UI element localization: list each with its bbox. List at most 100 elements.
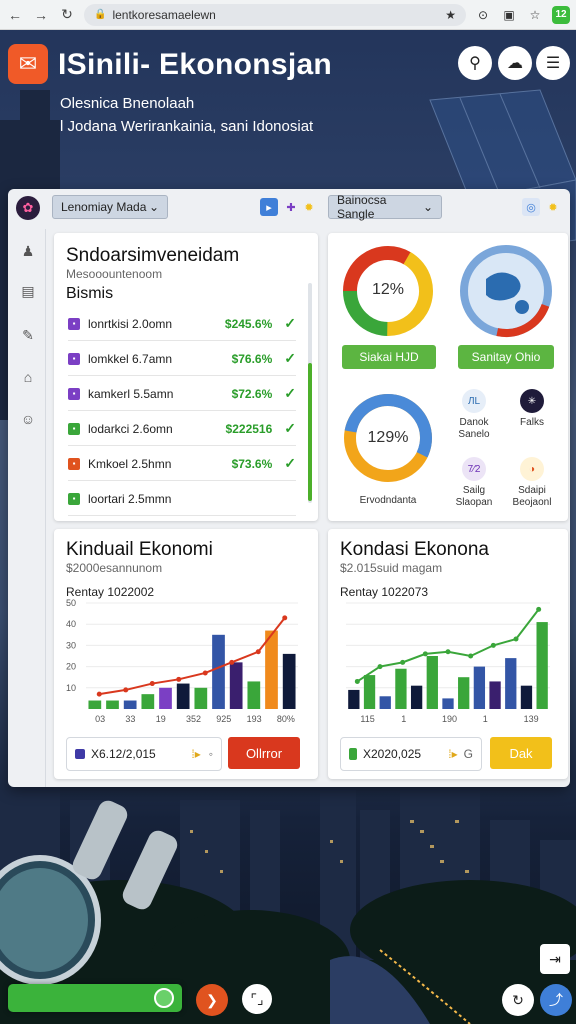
trend-point (176, 676, 182, 682)
right-footer-field[interactable]: X2020,025 ⁞▸ G (340, 737, 482, 771)
next-arrow-icon[interactable]: ❯ (196, 984, 228, 1016)
right-cta-button[interactable]: Dak (490, 737, 552, 769)
x-tick-label: 115 (360, 714, 374, 724)
right-select[interactable]: Bainocsa Sangle ⌄ (328, 193, 442, 221)
settings-icon[interactable]: ✹ (544, 198, 562, 216)
trend-point (354, 678, 360, 684)
list-item[interactable]: ▪ loortari 2.5mmn (68, 482, 296, 516)
bar (88, 700, 102, 709)
forward-icon[interactable]: → (32, 6, 50, 24)
list-card-title: Sndoarsimveneidam (66, 245, 240, 266)
trend-point (468, 653, 474, 659)
bar (282, 653, 296, 709)
y-tick-label: 50 (66, 598, 76, 608)
page-title: ISinili- Ekononsjan (58, 48, 333, 81)
edit-icon[interactable]: ⁞▸ (191, 747, 200, 761)
mini-icon-1[interactable]: ЛL (462, 389, 486, 413)
globe-icon[interactable]: ◎ (522, 198, 540, 216)
bar (489, 681, 501, 709)
list-item[interactable]: ▪ kamkerl 5.5amn $72.6% ✓ (68, 377, 296, 411)
x-tick-label: 193 (247, 714, 262, 724)
bar (379, 696, 391, 709)
home-icon[interactable]: ♟ (18, 241, 38, 261)
refresh-icon[interactable]: ↻ (502, 984, 534, 1016)
left-select-value: Lenomiay Mada (61, 200, 147, 214)
left-cta-button[interactable]: Ollrror (228, 737, 300, 769)
user-icon[interactable]: ☺ (18, 409, 38, 429)
x-tick-label: 80% (277, 714, 295, 724)
puzzle-icon[interactable]: ✚ (282, 198, 300, 216)
mini-icon-4[interactable]: ◑ (520, 457, 544, 481)
calendar-icon[interactable]: ▤ (18, 281, 38, 301)
menu-icon[interactable]: ☰ (536, 46, 570, 80)
share-icon[interactable]: ⤴ (540, 984, 572, 1016)
trend-point (149, 681, 155, 687)
list-item[interactable]: ▪ lodarkci 2.6omn $222516 ✓ (68, 412, 296, 446)
trend-point (400, 659, 406, 665)
donut-card: 12% Siakai HJD Sanitay Ohio 129% Ervodnd… (328, 233, 568, 521)
exit-icon[interactable]: ⇥ (540, 944, 570, 974)
reload-icon[interactable]: ↻ (58, 6, 76, 24)
donut2-button[interactable]: Sanitay Ohio (458, 345, 554, 369)
left-footer-field[interactable]: X6.12/2,015 ⁞▸ ◦ (66, 737, 222, 771)
bar (410, 685, 423, 709)
bookmark-star-icon[interactable]: ★ (445, 8, 456, 22)
url-text: lentkoresamaelewn (112, 7, 216, 22)
mini-icon-3[interactable]: 7⁄2 (462, 457, 486, 481)
browser-toolbar: ← → ↻ 🔒 lentkoresamaelewn ★ ⊙ ▣ ☆ 12 (0, 0, 576, 30)
refresh-icon[interactable]: G (464, 747, 473, 761)
back-icon[interactable]: ← (6, 6, 24, 24)
mini-label-1: Danok Sanelo (458, 417, 490, 440)
slider-knob[interactable] (154, 988, 174, 1008)
mini-icon-2[interactable]: ✳ (520, 389, 544, 413)
star-outline-icon[interactable]: ☆ (526, 6, 544, 24)
x-tick-label: 139 (524, 714, 539, 724)
panel-logo-icon[interactable]: ✿ (16, 196, 40, 220)
bar (159, 687, 172, 709)
bar (536, 622, 548, 709)
profile-icon[interactable]: 12 (552, 5, 570, 24)
row-value: $72.6% (231, 386, 273, 401)
bar (212, 634, 225, 709)
search-icon[interactable]: ⚲ (458, 46, 492, 80)
scrollbar-thumb[interactable] (308, 363, 312, 501)
edit-icon[interactable]: ⁞▸ (448, 747, 457, 761)
dashboard-panel: ✿ Lenomiay Mada ⌄ ▸ ✚ ✹ Bainocsa Sangle … (8, 189, 570, 787)
mini-label-4: Sdaipi Beojaonl (512, 485, 552, 508)
address-bar[interactable]: 🔒 lentkoresamaelewn ★ (84, 3, 466, 26)
fullscreen-icon[interactable]: ⌜⌟ (242, 984, 272, 1014)
list-item[interactable]: ▪ lonrtkisi 2.0omn $245.6% ✓ (68, 307, 296, 341)
row-name: lomkkel 6.7amn (88, 351, 173, 366)
bar (395, 668, 407, 709)
bar (520, 685, 533, 709)
screenshot-icon[interactable]: ▣ (500, 6, 518, 24)
list-card: Sndoarsimveneidam Mesooountenoom Bismis … (54, 233, 318, 521)
trend-point (445, 649, 451, 655)
tag-icon[interactable]: ⌂ (18, 367, 38, 387)
row-value: $222516 (225, 421, 273, 436)
clock-icon[interactable]: ◦ (209, 747, 213, 761)
app-logo[interactable]: ✉ (8, 44, 48, 84)
donut1-button[interactable]: Siakai HJD (342, 345, 436, 369)
bar (363, 675, 376, 709)
donut3-label: 129% (367, 429, 409, 446)
x-tick-label: 33 (125, 714, 135, 724)
chart-right-title: Kondasi Ekonona (340, 539, 489, 560)
extension-icon[interactable]: ⊙ (474, 6, 492, 24)
blue-square-icon[interactable]: ▸ (260, 198, 278, 216)
edit-icon[interactable]: ✎ (18, 325, 38, 345)
trend-point (255, 649, 261, 655)
notification-icon[interactable]: ☁ (498, 46, 532, 80)
calendar-icon (349, 748, 357, 760)
gear-icon[interactable]: ✹ (300, 198, 318, 216)
bar (176, 683, 190, 709)
left-sidebar: ♟ ▤ ✎ ⌂ ☺ (8, 229, 46, 787)
bottom-slider[interactable] (8, 984, 182, 1012)
bar (426, 656, 438, 709)
left-select[interactable]: Lenomiay Mada ⌄ (52, 195, 168, 219)
trend-point (202, 670, 208, 676)
list-item[interactable]: ▪ Kmkoel 2.5hmn $73.6% ✓ (68, 447, 296, 481)
list-item[interactable]: ▪ lomkkel 6.7amn $76.6% ✓ (68, 342, 296, 376)
x-tick-label: 1 (483, 714, 488, 724)
row-name: kamkerl 5.5amn (88, 386, 174, 401)
